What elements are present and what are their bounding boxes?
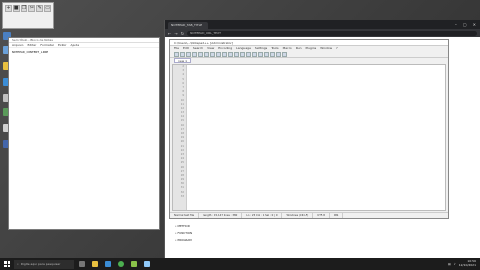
menu-item[interactable]: Search	[193, 46, 203, 51]
zoom-out-icon[interactable]	[258, 52, 263, 57]
open-icon[interactable]	[180, 52, 185, 57]
notepad-line: NOTEPAD_CONTENT_LINE	[12, 50, 49, 54]
code-editor[interactable]: 2 3 4 5 6 7 8 9 10 11 12 13 14 15 16 17	[172, 64, 446, 211]
volume-icon[interactable]: ♪	[454, 262, 456, 266]
menu-item[interactable]: File	[174, 46, 179, 51]
search-placeholder: Digite aqui para pesquisar	[20, 261, 61, 266]
wrap-icon[interactable]	[264, 52, 269, 57]
bullet-list: METHOD FUNCTION PROGRAM	[175, 223, 193, 244]
menu-item[interactable]: Settings	[255, 46, 267, 51]
file-tab-bar: new 1	[170, 58, 448, 63]
replace-icon[interactable]	[246, 52, 251, 57]
browser-icon[interactable]	[103, 259, 113, 269]
undo-icon[interactable]	[228, 52, 233, 57]
taskbar-search[interactable]: ⌕ Digite aqui para pesquisar	[14, 259, 74, 269]
page-content: C:\Users\...\Notepad++ [Administrator] F…	[165, 37, 480, 258]
close-icon[interactable]: ✕	[473, 20, 476, 29]
minimize-icon[interactable]: –	[455, 20, 457, 29]
notepad-window: Sem título - Bloco de Notas Arquivo Edit…	[8, 37, 160, 230]
save-all-icon[interactable]	[192, 52, 197, 57]
address-input[interactable]: NOTEPAD_URL_TEXT	[187, 30, 477, 36]
status-length: length : 15,147 lines : 380	[199, 213, 243, 218]
menu-item[interactable]: Plugins	[305, 46, 316, 51]
cut-icon[interactable]	[210, 52, 215, 57]
snipping-tool-window: + ■ ❐ ✂ ✎ ▭	[2, 2, 54, 29]
list-item: PROGRAM	[175, 237, 192, 244]
task-view-icon[interactable]	[77, 259, 87, 269]
menu-item[interactable]: Window	[320, 46, 332, 51]
status-position: Ln : 25 Col : 1 Sel : 0 | 0	[242, 213, 283, 218]
menu-item[interactable]: Editar	[27, 43, 36, 47]
line-number-gutter: 2 3 4 5 6 7 8 9 10 11 12 13 14 15 16 17	[173, 65, 187, 210]
taskbar: ⌕ Digite aqui para pesquisar ▤ ♪ 10:56 1…	[0, 258, 480, 270]
status-bar: Normal text file length : 15,147 lines :…	[170, 212, 448, 218]
menu-item[interactable]: View	[207, 46, 214, 51]
cut-icon[interactable]: ✂	[28, 5, 36, 12]
notepad-text-area[interactable]: NOTEPAD_CONTENT_LINE	[9, 48, 159, 56]
menu-item[interactable]: Tools	[271, 46, 278, 51]
menu-item[interactable]: Ajuda	[71, 43, 80, 47]
browser-window: NOTEPAD_TAB_TITLE – ▢ ✕ ← → ↻ NOTEPAD_UR…	[164, 20, 480, 258]
maximize-icon[interactable]: ▢	[463, 20, 467, 29]
start-button[interactable]	[2, 259, 12, 269]
file-tab[interactable]: new 1	[174, 58, 192, 63]
browser-tab[interactable]: NOTEPAD_TAB_TITLE	[168, 22, 208, 29]
save-icon[interactable]	[186, 52, 191, 57]
save-icon[interactable]: ■	[12, 5, 20, 12]
menu-item[interactable]: Macro	[283, 46, 292, 51]
new-file-icon[interactable]	[174, 52, 179, 57]
menu-item[interactable]: Encoding	[218, 46, 232, 51]
find-icon[interactable]	[240, 52, 245, 57]
print-icon[interactable]	[204, 52, 209, 57]
tab-strip: NOTEPAD_TAB_TITLE – ▢ ✕	[165, 20, 480, 29]
reload-icon[interactable]: ↻	[181, 31, 184, 36]
status-encoding: UTF-8	[313, 213, 330, 218]
indent-icon[interactable]	[270, 52, 275, 57]
zoom-in-icon[interactable]	[252, 52, 257, 57]
menu-item[interactable]: Arquivo	[12, 43, 23, 47]
menu-item[interactable]: Edit	[183, 46, 189, 51]
date: 12/10/2021	[458, 263, 476, 267]
menu-item[interactable]: Exibir	[58, 43, 66, 47]
network-icon[interactable]: ▤	[448, 262, 451, 266]
tool-buttons: + ■ ❐ ✂ ✎ ▭	[3, 3, 53, 14]
eraser-icon[interactable]: ▭	[44, 5, 51, 12]
notepadpp-icon[interactable]	[129, 259, 139, 269]
copy-icon[interactable]	[216, 52, 221, 57]
notepadpp-window: C:\Users\...\Notepad++ [Administrator] F…	[169, 39, 449, 219]
forward-icon[interactable]: →	[174, 31, 177, 36]
copy-icon[interactable]: ❐	[20, 5, 28, 12]
menu-item[interactable]: Language	[236, 46, 251, 51]
menu-item[interactable]: Formatar	[40, 43, 54, 47]
explorer-icon[interactable]	[90, 259, 100, 269]
paste-icon[interactable]	[222, 52, 227, 57]
record-icon[interactable]	[276, 52, 281, 57]
pen-icon[interactable]: ✎	[36, 5, 44, 12]
close-file-icon[interactable]	[198, 52, 203, 57]
clock[interactable]: 10:56 12/10/2021	[459, 260, 476, 267]
list-item: FUNCTION	[175, 230, 193, 237]
window-controls: – ▢ ✕	[455, 20, 480, 29]
chrome-icon[interactable]	[116, 259, 126, 269]
redo-icon[interactable]	[234, 52, 239, 57]
line-number: 33	[180, 194, 184, 198]
address-bar-row: ← → ↻ NOTEPAD_URL_TEXT	[165, 29, 480, 37]
menu-item[interactable]: Run	[296, 46, 302, 51]
menu-item[interactable]: ?	[336, 46, 338, 51]
search-icon: ⌕	[17, 261, 19, 266]
back-icon[interactable]: ←	[168, 31, 171, 36]
status-eol: Windows (CR LF)	[282, 213, 314, 218]
new-icon[interactable]: +	[5, 5, 12, 12]
status-file-type: Normal text file	[170, 213, 200, 218]
status-mode: INS	[330, 213, 344, 218]
system-tray: ▤ ♪ 10:56 12/10/2021	[448, 260, 480, 267]
toolbar	[170, 51, 448, 58]
list-item: METHOD	[175, 223, 192, 230]
notepad-icon[interactable]	[142, 259, 152, 269]
play-icon[interactable]	[282, 52, 287, 57]
